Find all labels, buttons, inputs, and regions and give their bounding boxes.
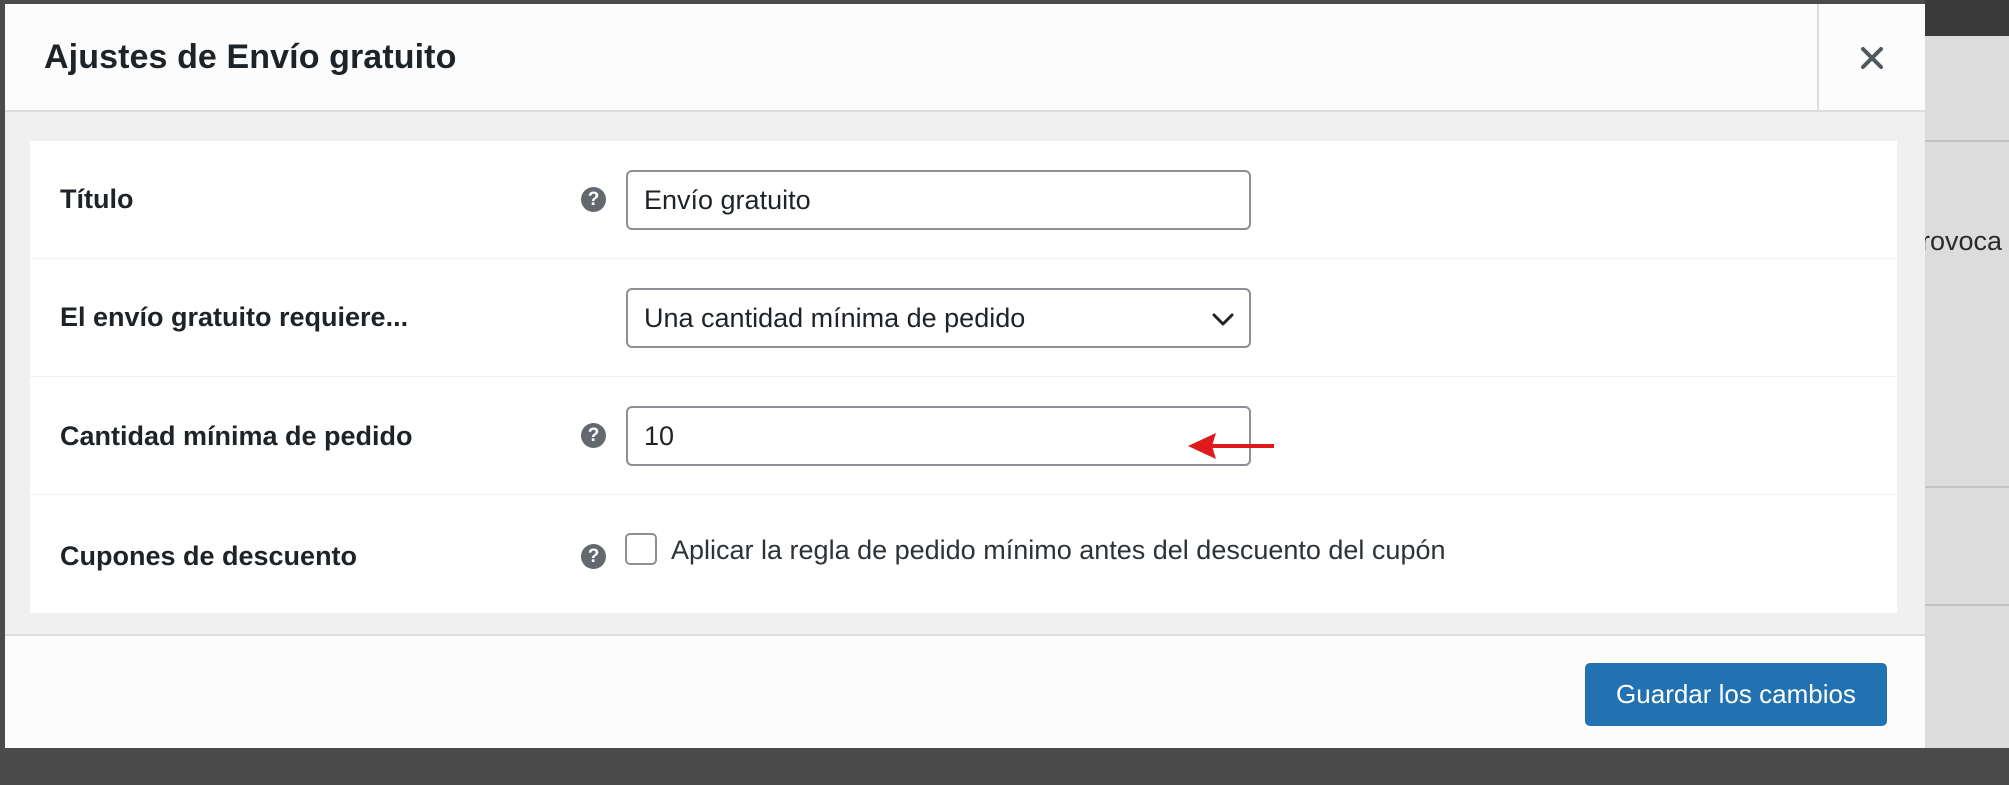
annotation-arrow <box>1188 433 1274 459</box>
coupon-checkbox-label: Aplicar la regla de pedido mínimo antes … <box>671 535 1446 565</box>
requires-select-value: Una cantidad mínima de pedido <box>644 302 1026 333</box>
close-icon <box>1861 47 1883 69</box>
settings-form: Título ? El envío gratuito requiere... U… <box>30 141 1897 613</box>
modal-title: Ajustes de Envío gratuito <box>44 38 457 76</box>
background-page <box>1925 0 2009 748</box>
form-row-coupons: Cupones de descuento ? Aplicar la regla … <box>30 495 1897 613</box>
background-divider <box>1925 604 2009 606</box>
close-button[interactable] <box>1817 4 1925 112</box>
save-button[interactable]: Guardar los cambios <box>1585 663 1887 726</box>
help-icon[interactable]: ? <box>581 423 606 448</box>
background-topbar <box>1925 0 2009 36</box>
help-icon[interactable]: ? <box>581 187 606 212</box>
shipping-settings-modal: Ajustes de Envío gratuito Título ? El en… <box>5 4 1925 748</box>
modal-header: Ajustes de Envío gratuito <box>5 4 1925 112</box>
form-row-requires: El envío gratuito requiere... Una cantid… <box>30 259 1897 377</box>
requires-label: El envío gratuito requiere... <box>60 302 409 332</box>
coupons-label: Cupones de descuento <box>60 541 358 571</box>
title-label: Título <box>60 184 134 214</box>
min-amount-input[interactable] <box>626 406 1251 466</box>
min-amount-label: Cantidad mínima de pedido <box>60 421 413 451</box>
background-divider <box>1925 486 2009 488</box>
form-row-min-amount: Cantidad mínima de pedido ? <box>30 377 1897 495</box>
form-row-title: Título ? <box>30 141 1897 259</box>
help-icon[interactable]: ? <box>581 544 606 569</box>
chevron-down-icon <box>1212 313 1234 326</box>
background-divider <box>1925 140 2009 142</box>
modal-body: Título ? El envío gratuito requiere... U… <box>5 112 1925 634</box>
title-input[interactable] <box>626 170 1251 230</box>
background-text: rovoca <box>1921 226 2003 256</box>
requires-select[interactable]: Una cantidad mínima de pedido <box>626 288 1251 348</box>
coupon-checkbox[interactable] <box>625 533 657 565</box>
modal-footer: Guardar los cambios <box>5 634 1925 748</box>
